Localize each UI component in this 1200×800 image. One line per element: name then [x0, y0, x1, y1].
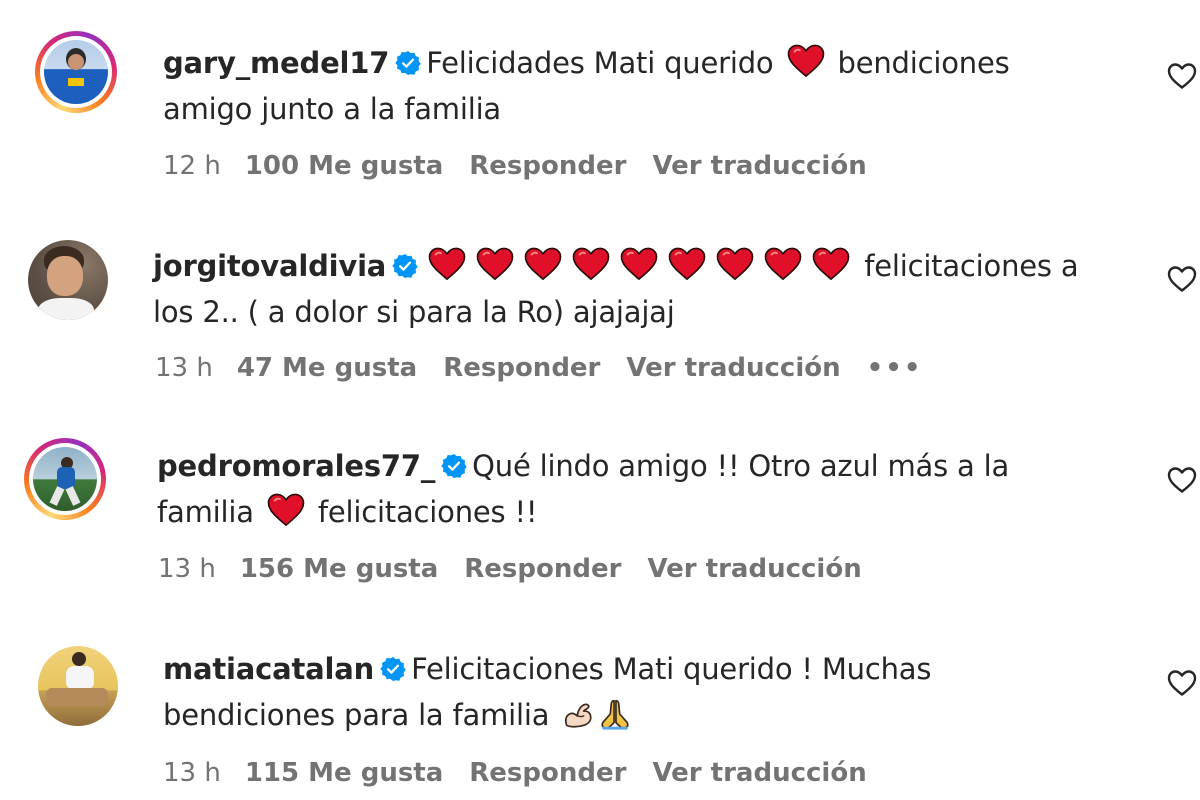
- comment-body: Felicidades Mati querido: [426, 46, 774, 80]
- red-heart-emoji-icon: [761, 247, 805, 281]
- comment-meta: 13 h 47 Me gusta Responder Ver traducción ••…: [155, 353, 948, 383]
- comment-body: felicitaciones !!: [317, 495, 538, 529]
- like-icon[interactable]: [1167, 466, 1197, 494]
- translate-button[interactable]: Ver traducción: [626, 353, 840, 383]
- like-icon[interactable]: [1167, 265, 1197, 293]
- comment-time[interactable]: 12 h: [163, 151, 221, 181]
- comment-body: amigo junto a la familia: [163, 92, 502, 126]
- translate-button[interactable]: Ver traducción: [652, 151, 866, 181]
- comment-body: Felicitaciones Mati querido ! Muchas: [411, 652, 932, 686]
- red-heart-emoji-icon: [665, 247, 709, 281]
- comment-meta: 13 h 156 Me gusta Responder Ver traducción: [158, 554, 888, 584]
- comment-body: familia: [157, 495, 254, 529]
- likes-count-button[interactable]: 156 Me gusta: [240, 554, 438, 584]
- reply-button[interactable]: Responder: [443, 353, 600, 383]
- comment-body: bendiciones para la familia: [163, 698, 550, 732]
- red-heart-emoji-icon: [521, 247, 565, 281]
- like-icon[interactable]: [1167, 62, 1197, 90]
- folded-hands-emoji-icon: [601, 699, 629, 730]
- username-link[interactable]: pedromorales77_: [157, 449, 435, 483]
- comment-meta: 12 h 100 Me gusta Responder Ver traducción: [163, 151, 893, 181]
- likes-count-button[interactable]: 47 Me gusta: [237, 353, 417, 383]
- comment-text: pedromorales77_ Qué lindo amigo !! Otro a…: [157, 443, 1147, 535]
- verified-icon: [395, 50, 421, 76]
- flexed-biceps-emoji-icon: [565, 703, 592, 728]
- red-heart-emoji-icon: [787, 44, 825, 78]
- username-link[interactable]: gary_medel17: [163, 46, 389, 80]
- comment-body: felicitaciones a: [864, 249, 1079, 283]
- avatar[interactable]: [28, 240, 108, 320]
- avatar[interactable]: [24, 438, 106, 520]
- avatar[interactable]: [38, 646, 118, 726]
- heart-emoji-group: [423, 249, 855, 283]
- translate-button[interactable]: Ver traducción: [647, 554, 861, 584]
- comment-text: gary_medel17 Felicidades Mati querido ben…: [163, 40, 1123, 132]
- red-heart-emoji-icon: [809, 247, 853, 281]
- red-heart-emoji-icon: [473, 247, 517, 281]
- reply-button[interactable]: Responder: [469, 151, 626, 181]
- reply-button[interactable]: Responder: [469, 758, 626, 788]
- comment-text: jorgitovaldivia felicitaciones a los 2..…: [153, 243, 1143, 335]
- reply-button[interactable]: Responder: [464, 554, 621, 584]
- comment-meta: 13 h 115 Me gusta Responder Ver traducción: [163, 758, 893, 788]
- comment-body: los 2.. ( a dolor si para la Ro) ajajaja…: [153, 295, 675, 329]
- username-link[interactable]: jorgitovaldivia: [153, 249, 386, 283]
- verified-icon: [392, 253, 418, 279]
- avatar[interactable]: [35, 31, 117, 113]
- comment-text: matiacatalan Felicitaciones Mati querido …: [163, 646, 1153, 738]
- comment-time[interactable]: 13 h: [163, 758, 221, 788]
- username-link[interactable]: matiacatalan: [163, 652, 374, 686]
- likes-count-button[interactable]: 100 Me gusta: [245, 151, 443, 181]
- red-heart-emoji-icon: [617, 247, 661, 281]
- translate-button[interactable]: Ver traducción: [652, 758, 866, 788]
- like-icon[interactable]: [1167, 669, 1197, 697]
- red-heart-emoji-icon: [569, 247, 613, 281]
- comment-time[interactable]: 13 h: [158, 554, 216, 584]
- red-heart-emoji-icon: [425, 247, 469, 281]
- verified-icon: [441, 453, 467, 479]
- verified-icon: [380, 656, 406, 682]
- likes-count-button[interactable]: 115 Me gusta: [245, 758, 443, 788]
- red-heart-emoji-icon: [267, 493, 305, 527]
- red-heart-emoji-icon: [713, 247, 757, 281]
- comment-time[interactable]: 13 h: [155, 353, 213, 383]
- comment-body: Qué lindo amigo !! Otro azul más a la: [472, 449, 1010, 483]
- more-options-icon[interactable]: •••: [867, 353, 923, 383]
- comment-body: bendiciones: [837, 46, 1010, 80]
